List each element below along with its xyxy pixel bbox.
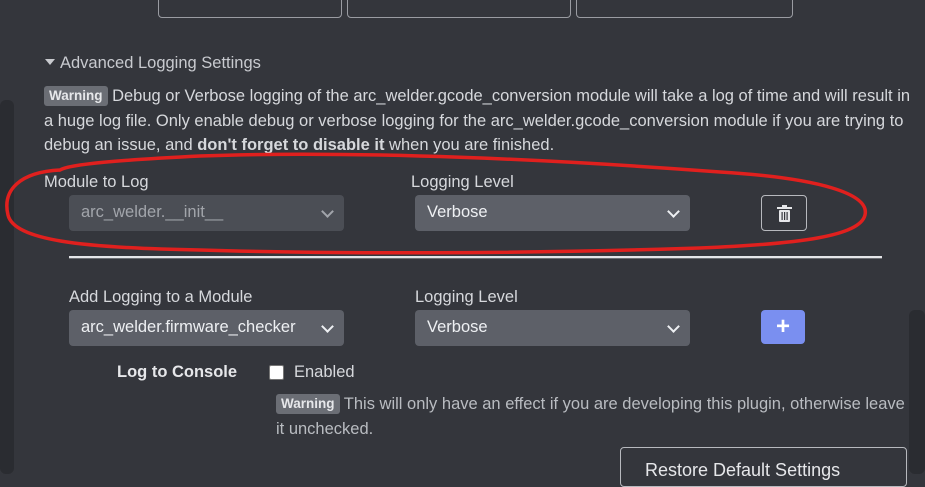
section-divider	[69, 256, 882, 259]
warning-badge: Warning	[276, 394, 340, 414]
add-logging-level-label: Logging Level	[415, 288, 518, 306]
restore-default-settings-button[interactable]: Restore Default Settings	[620, 447, 907, 487]
console-warning-body: This will only have an effect if you are…	[276, 395, 905, 438]
add-module-value: arc_welder.firmware_checker	[81, 318, 296, 336]
chevron-down-icon	[321, 320, 334, 333]
log-to-console-checkbox[interactable]	[269, 365, 284, 380]
log-to-console-label: Log to Console	[117, 363, 238, 381]
plus-icon: +	[775, 313, 790, 340]
add-module-button[interactable]: +	[761, 310, 805, 344]
enabled-label[interactable]: Enabled	[294, 363, 355, 382]
add-logging-level-select[interactable]: Verbose	[415, 310, 690, 346]
add-logging-level-value: Verbose	[427, 318, 488, 336]
add-logging-label: Add Logging to a Module	[69, 288, 253, 306]
add-module-select[interactable]: arc_welder.firmware_checker	[69, 310, 344, 346]
console-warning-text: Warning This will only have an effect if…	[276, 392, 916, 441]
chevron-down-icon	[667, 320, 680, 333]
